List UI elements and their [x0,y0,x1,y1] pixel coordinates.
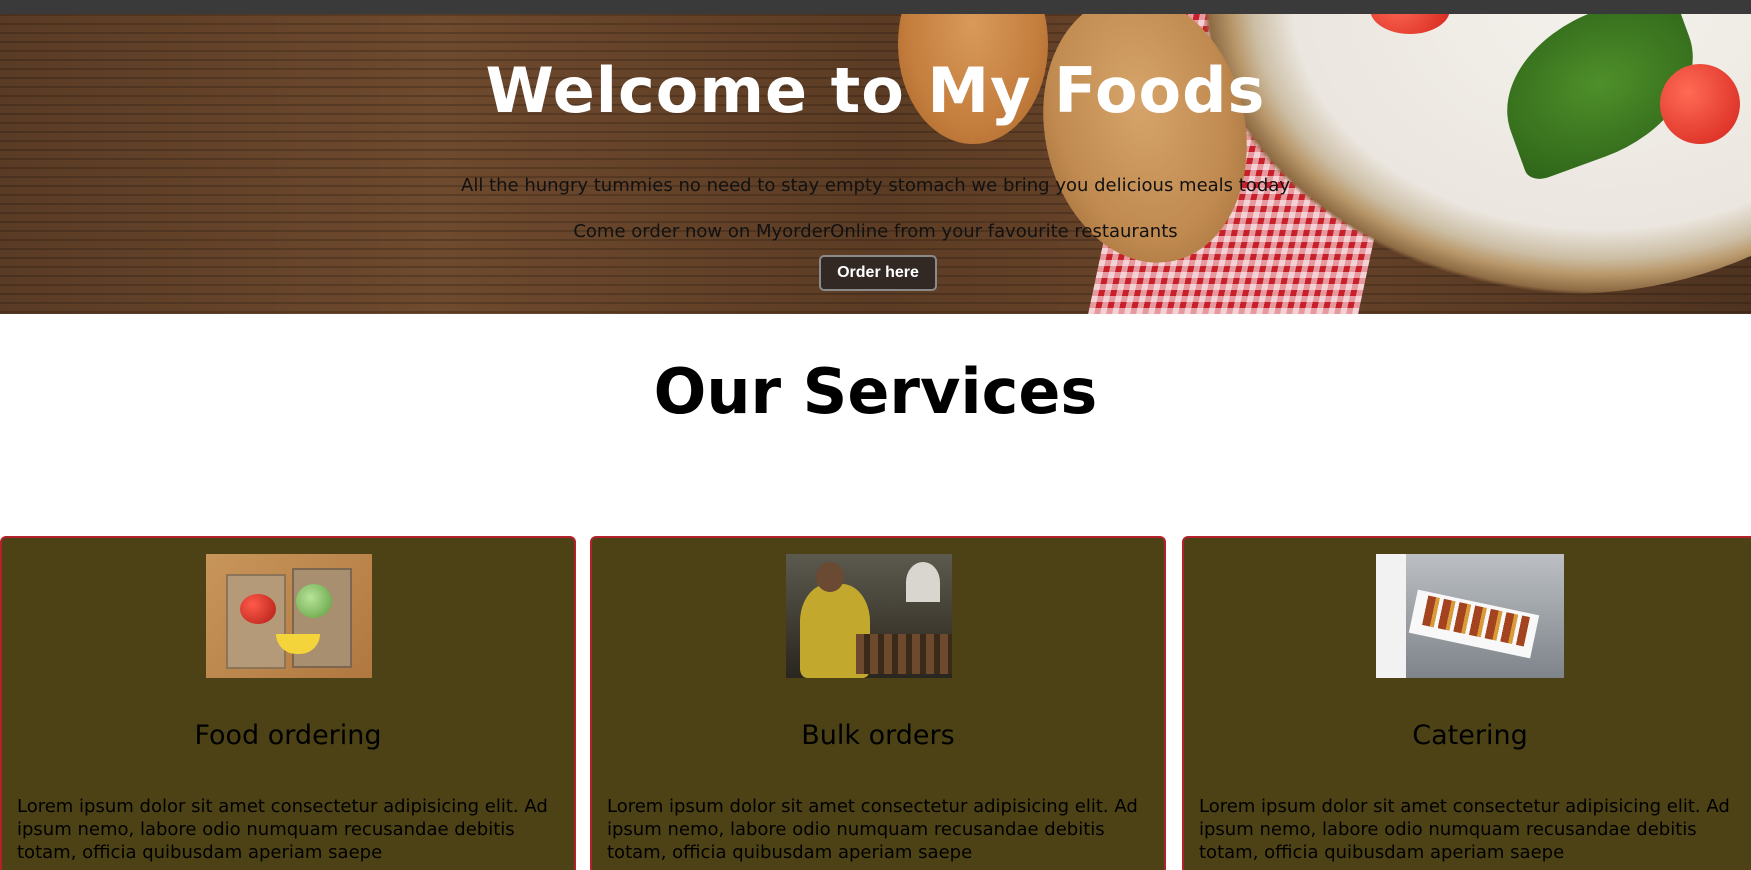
service-card-text: Lorem ipsum dolor sit amet consectetur a… [1199,796,1730,863]
service-card-catering: Catering Lorem ipsum dolor sit amet cons… [1182,536,1751,870]
services-cards: Food ordering Lorem ipsum dolor sit amet… [0,536,1751,870]
service-card-title: Bulk orders [801,720,955,751]
service-card-text: Lorem ipsum dolor sit amet consectetur a… [17,796,548,863]
service-card-food-ordering: Food ordering Lorem ipsum dolor sit amet… [0,536,576,870]
order-here-button[interactable]: Order here [819,255,937,291]
groceries-photo [206,554,372,678]
kitchen-photo [786,554,952,678]
hero-subtagline: Come order now on MyorderOnline from you… [573,221,1178,242]
services-heading: Our Services [653,355,1098,428]
service-card-bulk-orders: Bulk orders Lorem ipsum dolor sit amet c… [590,536,1166,870]
service-card-title: Food ordering [194,720,382,751]
service-card-title: Catering [1412,720,1528,751]
hero-title: Welcome to My Foods [485,54,1266,127]
hero-tagline: All the hungry tummies no need to stay e… [461,175,1290,196]
top-bar [0,0,1751,14]
service-card-text: Lorem ipsum dolor sit amet consectetur a… [607,796,1138,863]
catering-tray-photo [1376,554,1564,678]
